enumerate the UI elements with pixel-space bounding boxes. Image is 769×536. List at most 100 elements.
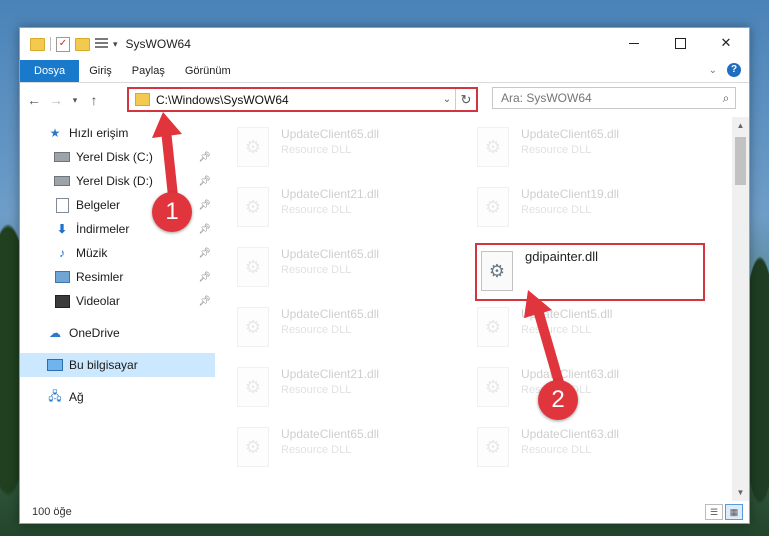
file-tile[interactable]: ⚙ UpdateClient65.dll Resource DLL	[215, 423, 435, 479]
sidebar-item-label: Hızlı erişim	[69, 126, 129, 140]
large-icons-view-icon[interactable]: ▦	[725, 504, 743, 520]
dll-file-icon: ⚙	[477, 307, 509, 347]
dll-file-icon: ⚙	[481, 251, 513, 291]
address-dropdown-chevron-icon[interactable]: ⌄	[439, 94, 455, 105]
dll-file-icon: ⚙	[237, 427, 269, 467]
pin-icon[interactable]: 📌︎	[198, 200, 211, 211]
file-name: UpdateClient65.dll	[521, 127, 620, 141]
search-icon[interactable]: ⌕	[717, 91, 735, 106]
sidebar-item-videos[interactable]: Videolar 📌︎	[20, 289, 215, 313]
main-area: ★ Hızlı erişim Yerel Disk (C:) 📌︎ Yerel …	[20, 117, 749, 501]
pin-icon[interactable]: 📌︎	[198, 272, 211, 283]
pictures-icon	[54, 270, 70, 284]
file-name: UpdateClient5.dll	[521, 307, 613, 321]
file-tile[interactable]: ⚙ UpdateClient5.dll Resource DLL	[455, 303, 675, 359]
tab-share[interactable]: Paylaş	[122, 60, 175, 82]
sidebar-item-label: Ağ	[69, 390, 84, 404]
quick-access-toolbar: ✓ ▾	[30, 36, 118, 52]
explorer-window: ✓ ▾ SysWOW64 ✕ Dosya Giriş Paylaş Görünü…	[19, 27, 750, 524]
maximize-button[interactable]	[657, 28, 703, 58]
pin-icon[interactable]: 📌︎	[198, 296, 211, 307]
close-button[interactable]: ✕	[703, 28, 749, 58]
dll-file-icon: ⚙	[237, 247, 269, 287]
ribbon-right-controls: ⌄ ?	[709, 63, 741, 77]
customize-toolbar-chevron-icon[interactable]: ▾	[113, 39, 118, 50]
sidebar-item-quick-access[interactable]: ★ Hızlı erişim	[20, 121, 215, 145]
dll-file-icon: ⚙	[477, 427, 509, 467]
ribbon-tabs: Dosya Giriş Paylaş Görünüm ⌄ ?	[20, 60, 749, 83]
vertical-scrollbar[interactable]: ▲ ▼	[732, 117, 749, 501]
file-tile[interactable]: ⚙ UpdateClient21.dll Resource DLL	[215, 183, 435, 239]
details-view-icon[interactable]: ☰	[705, 504, 723, 520]
folder-icon	[135, 93, 150, 106]
file-name: UpdateClient63.dll	[521, 427, 620, 441]
new-folder-icon[interactable]	[75, 37, 90, 51]
file-tile[interactable]: ⚙ UpdateClient65.dll Resource DLL	[215, 243, 435, 299]
file-tile[interactable]: ⚙ UpdateClient65.dll Resource DLL	[215, 303, 435, 359]
documents-icon	[54, 197, 70, 213]
sidebar-item-music[interactable]: ♪ Müzik 📌︎	[20, 241, 215, 265]
search-box[interactable]: ⌕	[492, 87, 736, 109]
sidebar-item-pictures[interactable]: Resimler 📌︎	[20, 265, 215, 289]
refresh-icon[interactable]: ↻	[455, 89, 476, 110]
minimize-button[interactable]	[611, 28, 657, 58]
tab-file[interactable]: Dosya	[20, 60, 80, 82]
file-type: Resource DLL	[281, 324, 352, 336]
folder-icon	[30, 37, 45, 51]
file-name: UpdateClient65.dll	[281, 127, 380, 141]
music-icon: ♪	[59, 246, 65, 260]
file-tile[interactable]: ⚙ UpdateClient65.dll Resource DLL	[455, 123, 675, 179]
sidebar-item-local-disk-c[interactable]: Yerel Disk (C:) 📌︎	[20, 145, 215, 169]
file-type: Resource DLL	[521, 444, 592, 456]
title-bar: ✓ ▾ SysWOW64 ✕	[20, 28, 749, 60]
tab-view[interactable]: Görünüm	[175, 60, 241, 82]
drive-icon	[54, 150, 70, 164]
window-title: SysWOW64	[125, 37, 191, 51]
window-controls: ✕	[611, 28, 749, 58]
back-arrow-icon[interactable]: ←	[26, 92, 42, 108]
cloud-icon: ☁	[49, 326, 61, 340]
file-type: Resource DLL	[281, 204, 352, 216]
address-bar[interactable]: C:\Windows\SysWOW64 ⌄ ↻	[127, 87, 478, 112]
sidebar-item-label: Bu bilgisayar	[69, 358, 138, 372]
file-tile[interactable]: ⚙ UpdateClient65.dll Resource DLL	[215, 123, 435, 179]
file-name: UpdateClient63.dll	[521, 367, 620, 381]
recent-locations-chevron-icon[interactable]: ▾	[70, 95, 80, 106]
pin-icon[interactable]: 📌︎	[198, 176, 211, 187]
file-tile[interactable]: ⚙ UpdateClient63.dll Resource DLL	[455, 423, 675, 479]
pin-icon[interactable]: 📌︎	[198, 224, 211, 235]
help-icon[interactable]: ?	[727, 63, 741, 77]
navigation-pane: ★ Hızlı erişim Yerel Disk (C:) 📌︎ Yerel …	[20, 117, 215, 501]
sidebar-item-this-pc[interactable]: Bu bilgisayar	[20, 353, 215, 377]
sidebar-item-label: Müzik	[76, 246, 108, 260]
file-name: gdipainter.dll	[525, 249, 598, 264]
view-switcher: ☰ ▦	[705, 504, 743, 520]
search-input[interactable]	[493, 90, 717, 106]
file-name: UpdateClient65.dll	[281, 427, 380, 441]
dll-file-icon: ⚙	[237, 187, 269, 227]
network-icon: 🖧︎	[48, 388, 62, 403]
pin-icon[interactable]: 📌︎	[198, 248, 211, 259]
file-tile[interactable]: ⚙ UpdateClient19.dll Resource DLL	[455, 183, 675, 239]
properties-check-icon[interactable]: ✓	[56, 36, 70, 52]
chevron-down-icon[interactable]: ⌄	[709, 65, 717, 76]
sidebar-item-local-disk-d[interactable]: Yerel Disk (D:) 📌︎	[20, 169, 215, 193]
file-list: ⚙ UpdateClient65.dll Resource DLL ⚙ Updat…	[215, 117, 732, 501]
sidebar-item-network[interactable]: 🖧︎ Ağ	[20, 385, 215, 409]
scroll-down-arrow-icon[interactable]: ▼	[732, 484, 749, 501]
sidebar-item-onedrive[interactable]: ☁ OneDrive	[20, 321, 215, 345]
dll-file-icon: ⚙	[477, 127, 509, 167]
forward-arrow-icon[interactable]: →	[48, 92, 64, 108]
file-tile-gdipainter[interactable]: ⚙ gdipainter.dll	[475, 243, 705, 301]
sidebar-item-label: Resimler	[76, 270, 124, 284]
file-type: Resource DLL	[521, 144, 592, 156]
scroll-up-arrow-icon[interactable]: ▲	[732, 117, 749, 134]
file-tile[interactable]: ⚙ UpdateClient21.dll Resource DLL	[215, 363, 435, 419]
pin-icon[interactable]: 📌︎	[198, 152, 211, 163]
address-path[interactable]: C:\Windows\SysWOW64	[156, 93, 439, 107]
scroll-thumb[interactable]	[735, 137, 746, 185]
properties-list-icon[interactable]	[95, 38, 108, 50]
file-type: Resource DLL	[521, 324, 592, 336]
tab-home[interactable]: Giriş	[79, 60, 122, 82]
up-arrow-icon[interactable]: ↑	[86, 92, 102, 108]
